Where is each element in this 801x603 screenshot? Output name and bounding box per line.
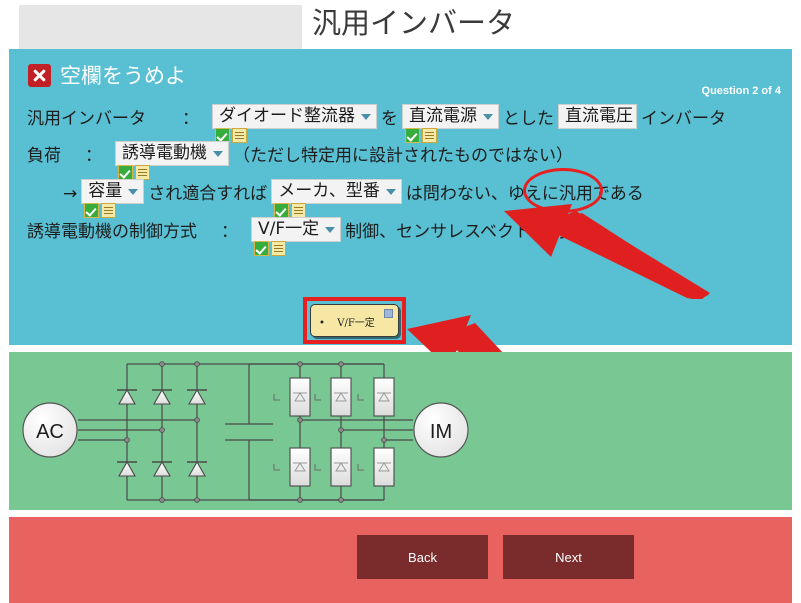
inverter-circuit-diagram: AC IM: [22, 361, 469, 503]
x-mark-icon: [28, 63, 51, 87]
question-line-3: → 容量 され適合すれば メーカ、型番 は問わない、ゆえに汎用である: [62, 179, 645, 218]
blank-6-status: [274, 203, 307, 218]
title-bar: 汎用インバータ: [0, 0, 801, 49]
line1-colon: ：: [182, 109, 199, 129]
footer-panel: Back Next: [9, 517, 792, 603]
chevron-down-icon: [325, 226, 336, 233]
chevron-down-icon: [361, 113, 371, 120]
blank-2-value: 直流電源: [409, 106, 477, 126]
line1-text-1: を: [381, 109, 398, 129]
chevron-down-icon: [385, 188, 396, 195]
annotation-arrow-1: [504, 204, 710, 299]
line4-text-0: 誘導電動機の制御方式: [27, 222, 197, 242]
blank-dropdown-7[interactable]: V/F一定: [251, 217, 342, 256]
check-icon: [254, 241, 269, 256]
blank-7-value: V/F一定: [258, 219, 320, 239]
blank-5-value: 容量: [88, 181, 123, 201]
note-icon[interactable]: [101, 203, 117, 218]
back-button[interactable]: Back: [357, 535, 488, 579]
question-line-2: 負荷 ： 誘導電動機 （ただし特定用に設計されたものではない）: [26, 141, 574, 180]
note-icon[interactable]: [271, 241, 286, 256]
tooltip-item: • V/F一定: [319, 314, 375, 329]
note-icon[interactable]: [135, 165, 150, 180]
question-panel: 空欄をうめよ Question 2 of 4 汎用インバータ ： ダイオード整流…: [9, 49, 792, 402]
blank-4-value: 誘導電動機: [122, 143, 207, 163]
blank-5-status: [84, 203, 117, 218]
tooltip-bullet: •: [319, 318, 325, 329]
tooltip-box: • V/F一定: [310, 304, 399, 337]
question-line-1: 汎用インバータ ： ダイオード整流器 を 直流電源 とした 直流電圧 インバータ: [26, 104, 727, 143]
blank-dropdown-2[interactable]: 直流電源: [402, 104, 499, 143]
tooltip-item-label: V/F一定: [337, 318, 375, 329]
blank-dropdown-5[interactable]: 容量: [81, 179, 145, 218]
line1-text-3: インバータ: [641, 109, 726, 129]
question-counter: Question 2 of 4: [701, 85, 781, 97]
close-icon[interactable]: [384, 309, 393, 318]
line4-text-1: 制御、センサレスベクトル制御: [345, 222, 582, 242]
blank-1-value: ダイオード整流器: [219, 106, 355, 126]
question-line-4: 誘導電動機の制御方式 ： V/F一定 制御、センサレスベクトル制御: [26, 217, 583, 256]
line1-text-2: とした: [503, 109, 554, 129]
line3-text-2: は問わない、ゆえに汎用である: [405, 184, 644, 204]
check-icon: [274, 203, 290, 218]
check-icon: [118, 165, 133, 180]
blank-dropdown-6[interactable]: メーカ、型番: [271, 179, 402, 218]
blank-dropdown-1[interactable]: ダイオード整流器: [212, 104, 377, 143]
chevron-down-icon: [213, 150, 223, 157]
line4-colon: ：: [221, 222, 238, 242]
line3-arrow: →: [63, 184, 78, 204]
line2-colon: ：: [85, 146, 102, 166]
next-button[interactable]: Next: [503, 535, 634, 579]
tooltip-popup[interactable]: • V/F一定: [303, 297, 406, 344]
blank-dropdown-3[interactable]: 直流電圧: [558, 104, 637, 129]
line2-text-0: 負荷: [27, 146, 61, 166]
check-icon: [84, 203, 100, 218]
question-header: 空欄をうめよ: [28, 60, 186, 90]
app-root: 汎用インバータ 空欄をうめよ Question 2 of 4 汎用インバータ ：…: [0, 0, 801, 603]
line3-text-1: され適合すれば: [148, 184, 268, 204]
blank-dropdown-4[interactable]: 誘導電動機: [115, 141, 229, 180]
chevron-down-icon: [483, 113, 493, 120]
question-header-label: 空欄をうめよ: [60, 64, 186, 88]
x-mark-icon: [561, 128, 576, 129]
blank-3-value: 直流電圧: [565, 106, 633, 126]
note-icon[interactable]: [291, 203, 307, 218]
blank-7-status: [254, 241, 286, 256]
line1-text-0: 汎用インバータ: [27, 109, 146, 129]
chevron-down-icon: [128, 188, 139, 195]
motor-label: IM: [430, 421, 452, 443]
circuit-panel: AC IM: [9, 352, 792, 510]
blank-6-value: メーカ、型番: [278, 181, 380, 201]
line2-text-1: （ただし特定用に設計されたものではない）: [233, 146, 573, 166]
note-icon[interactable]: [578, 128, 593, 129]
title-placeholder-block: [19, 5, 302, 49]
page-title: 汎用インバータ: [312, 6, 516, 40]
ac-source-label: AC: [36, 421, 64, 443]
blank-4-status: [118, 165, 150, 180]
blank-3-status: [561, 128, 593, 129]
